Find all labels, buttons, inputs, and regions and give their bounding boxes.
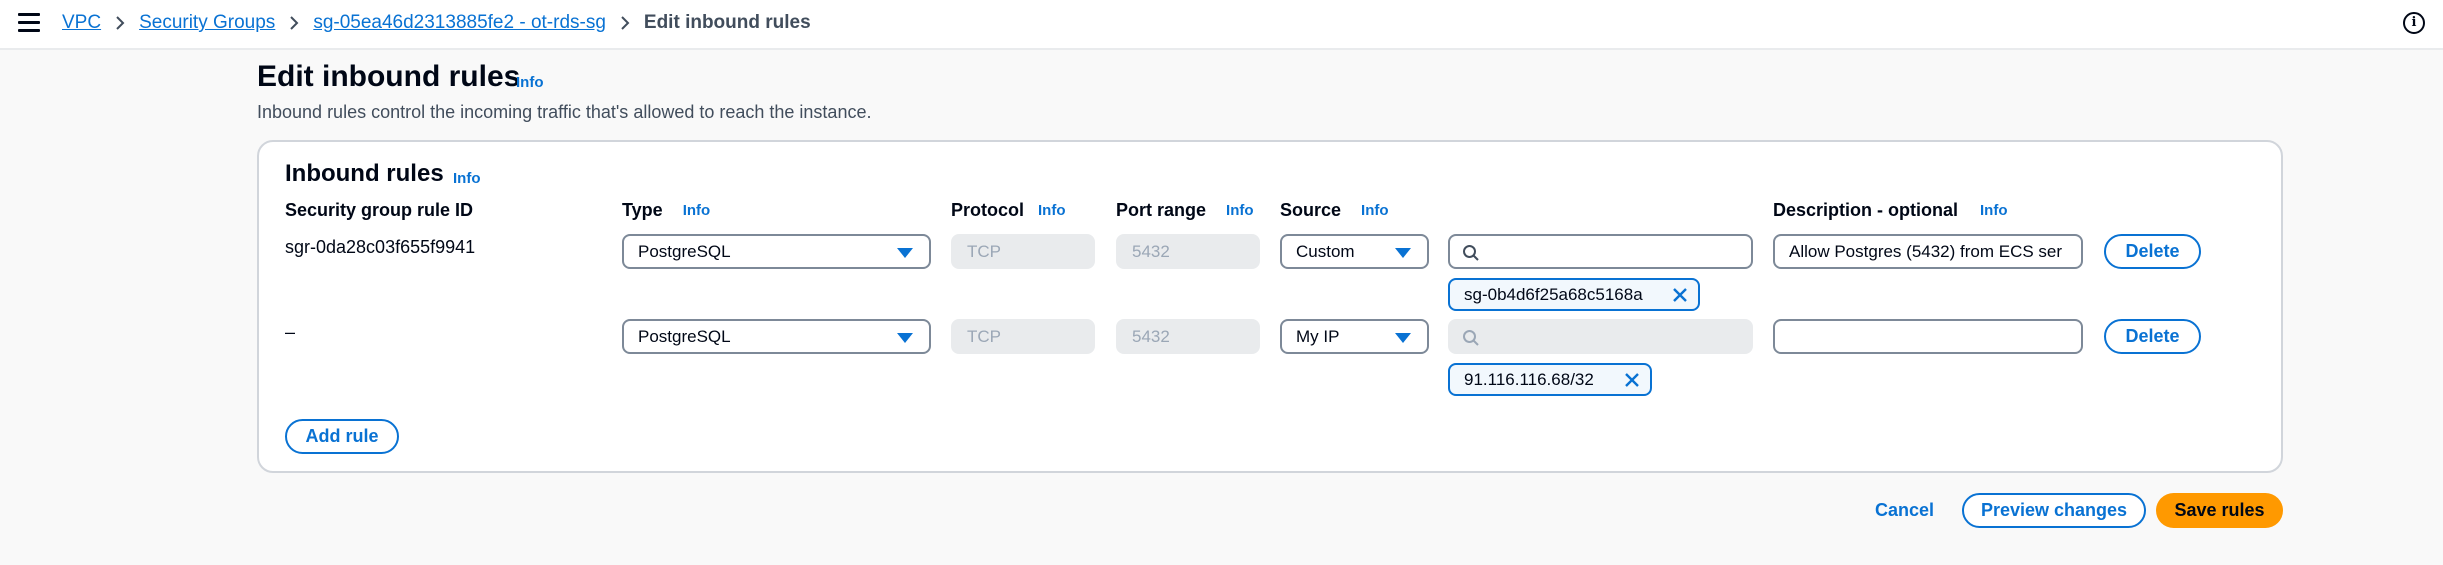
section-info-link[interactable]: Info <box>453 170 481 187</box>
delete-rule-button[interactable]: Delete <box>2104 234 2201 269</box>
source-select-value: My IP <box>1296 326 1340 346</box>
inbound-rules-container: Inbound rules Info Security group rule I… <box>257 140 2283 473</box>
rule-id: – <box>285 322 296 342</box>
search-icon <box>1463 330 1479 346</box>
source-token-label: sg-0b4d6f25a68c5168a <box>1464 284 1643 304</box>
source-select[interactable]: My IP <box>1280 319 1429 354</box>
source-select-value: Custom <box>1296 241 1355 261</box>
page-title-info-link[interactable]: Info <box>516 74 544 91</box>
save-rules-button[interactable]: Save rules <box>2156 493 2283 528</box>
column-header-type: Type Info <box>622 200 710 221</box>
description-input[interactable] <box>1773 319 2083 354</box>
column-label-type: Type <box>622 200 663 220</box>
add-rule-button[interactable]: Add rule <box>285 419 399 454</box>
source-token: sg-0b4d6f25a68c5168a <box>1448 278 1700 311</box>
source-search-input <box>1448 319 1753 354</box>
menu-icon[interactable] <box>18 13 40 33</box>
type-select[interactable]: PostgreSQL <box>622 234 931 269</box>
source-info-link[interactable]: Info <box>1361 202 1389 219</box>
rule-id: sgr-0da28c03f655f9941 <box>285 237 476 257</box>
caret-down-icon <box>1395 248 1411 258</box>
column-label-port-range: Port range <box>1116 200 1207 220</box>
protocol-info-link[interactable]: Info <box>1038 202 1066 219</box>
search-icon <box>1463 245 1479 261</box>
chevron-right-icon <box>620 15 630 31</box>
breadcrumb: VPC Security Groups sg-05ea46d2313885fe2… <box>62 10 811 36</box>
type-select-value: PostgreSQL <box>638 326 731 346</box>
column-header-description: Description - optional Info <box>1773 200 2008 221</box>
protocol-field: TCP <box>951 319 1095 354</box>
type-select-value: PostgreSQL <box>638 241 731 261</box>
port-range-info-link[interactable]: Info <box>1226 202 1254 219</box>
port-range-field: 5432 <box>1116 319 1260 354</box>
column-label-source: Source <box>1280 200 1342 220</box>
source-select[interactable]: Custom <box>1280 234 1429 269</box>
column-header-source: Source Info <box>1280 200 1389 221</box>
chevron-right-icon <box>289 15 299 31</box>
top-navigation-bar: VPC Security Groups sg-05ea46d2313885fe2… <box>0 0 2443 50</box>
column-header-rule-id: Security group rule ID <box>285 200 473 221</box>
source-search-input[interactable] <box>1448 234 1753 269</box>
caret-down-icon <box>897 248 913 258</box>
remove-token-icon[interactable] <box>1624 372 1640 388</box>
type-info-link[interactable]: Info <box>683 202 711 219</box>
breadcrumb-security-groups[interactable]: Security Groups <box>139 12 275 34</box>
column-label-rule-id: Security group rule ID <box>285 200 474 220</box>
column-label-protocol: Protocol <box>951 200 1025 220</box>
preview-changes-button[interactable]: Preview changes <box>1962 493 2146 528</box>
protocol-field: TCP <box>951 234 1095 269</box>
info-panel-icon[interactable]: i <box>2403 12 2425 34</box>
column-header-protocol: Protocol Info <box>951 200 1066 221</box>
breadcrumb-vpc[interactable]: VPC <box>62 12 101 34</box>
remove-token-icon[interactable] <box>1672 287 1688 303</box>
description-input[interactable]: Allow Postgres (5432) from ECS ser <box>1773 234 2083 269</box>
chevron-right-icon <box>115 15 125 31</box>
type-select[interactable]: PostgreSQL <box>622 319 931 354</box>
page-description: Inbound rules control the incoming traff… <box>257 102 872 122</box>
section-title: Inbound rules <box>285 160 444 187</box>
breadcrumb-current: Edit inbound rules <box>643 12 811 33</box>
column-header-port-range: Port range Info <box>1116 200 1254 221</box>
source-token: 91.116.116.68/32 <box>1448 363 1652 396</box>
description-info-link[interactable]: Info <box>1980 202 2008 219</box>
port-range-field: 5432 <box>1116 234 1260 269</box>
breadcrumb-security-group[interactable]: sg-05ea46d2313885fe2 - ot-rds-sg <box>313 12 606 34</box>
caret-down-icon <box>1395 333 1411 343</box>
delete-rule-button[interactable]: Delete <box>2104 319 2201 354</box>
column-label-description: Description - optional <box>1773 200 1959 220</box>
cancel-button[interactable]: Cancel <box>1875 500 1934 521</box>
page-title: Edit inbound rules <box>257 60 521 93</box>
source-token-label: 91.116.116.68/32 <box>1464 369 1594 389</box>
caret-down-icon <box>897 333 913 343</box>
